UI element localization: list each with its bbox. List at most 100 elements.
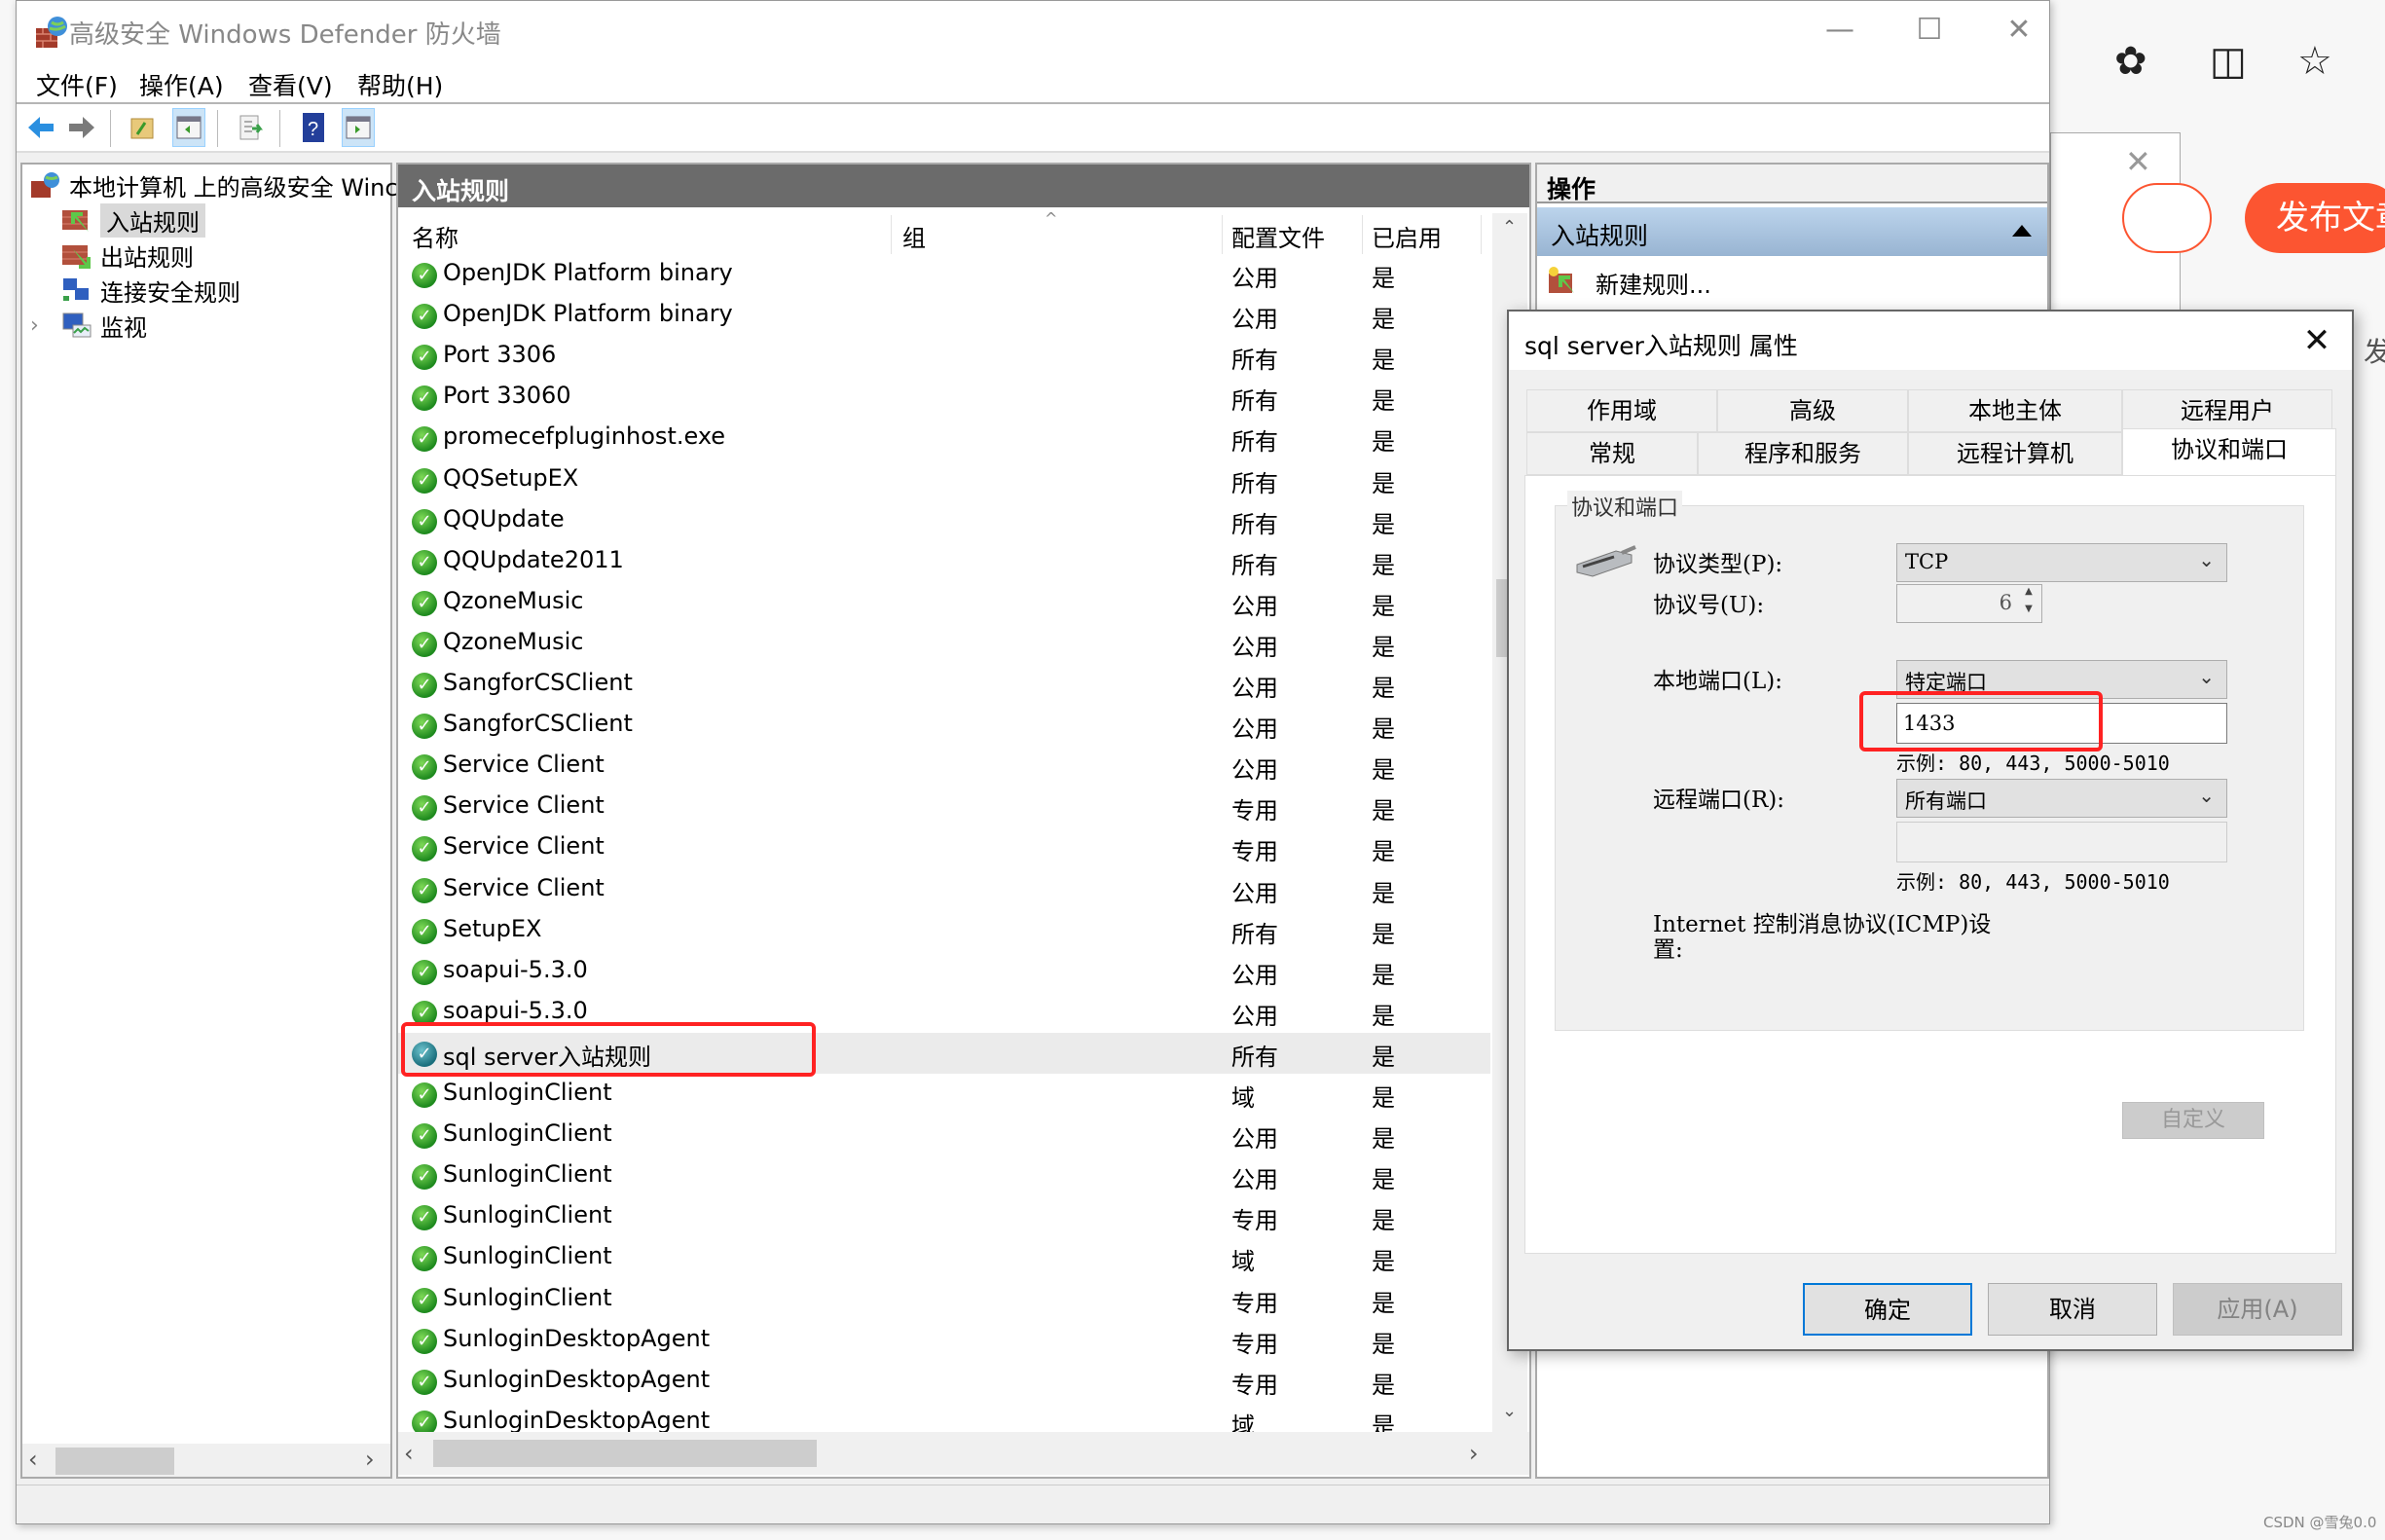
tab-remote-users[interactable]: 远程用户	[2122, 389, 2332, 432]
customize-button[interactable]: 自定义	[2122, 1102, 2264, 1139]
stepper-down-icon[interactable]: ▼	[2018, 604, 2039, 621]
tab-programs-services[interactable]: 程序和服务	[1698, 432, 1908, 475]
table-row[interactable]: ✓ soapui-5.3.0 公用 是	[398, 951, 1490, 992]
tab-advanced[interactable]: 高级	[1717, 389, 1908, 432]
tab-scope[interactable]: 作用域	[1526, 389, 1717, 432]
table-row[interactable]: ✓ SunloginClient 公用 是	[398, 1155, 1490, 1196]
rule-profile: 专用	[1231, 1289, 1278, 1317]
table-row[interactable]: ✓ QQUpdate2011 所有 是	[398, 541, 1490, 582]
table-row[interactable]: ✓ Port 3306 所有 是	[398, 336, 1490, 377]
menu-help[interactable]: 帮助(H)	[357, 67, 443, 102]
split-screen-icon[interactable]: ◫	[2210, 39, 2247, 84]
rule-enabled: 是	[1372, 715, 1395, 744]
menu-file[interactable]: 文件(F)	[36, 67, 118, 102]
publish-article-button[interactable]: 发布文章	[2245, 183, 2385, 253]
table-row[interactable]: ✓ Service Client 公用 是	[398, 869, 1490, 910]
enabled-check-icon: ✓	[412, 549, 437, 575]
up-folder-icon[interactable]	[126, 108, 159, 147]
scroll-right-icon[interactable]: ›	[1469, 1440, 1479, 1467]
tab-local-principals[interactable]: 本地主体	[1908, 389, 2122, 432]
table-row[interactable]: ✓ QzoneMusic 公用 是	[398, 582, 1490, 623]
horizontal-scrollbar[interactable]: ‹ ›	[398, 1432, 1529, 1475]
outline-button[interactable]	[2122, 183, 2212, 253]
table-row[interactable]: ✓ Service Client 专用 是	[398, 827, 1490, 868]
tree-item-connection-security-rules[interactable]: 连接安全规则	[61, 274, 240, 307]
export-list-icon[interactable]	[235, 108, 268, 147]
tree-item-monitoring[interactable]: › 监视	[30, 309, 147, 342]
collapse-icon[interactable]	[2012, 225, 2032, 237]
table-row[interactable]: ✓ SangforCSClient 公用 是	[398, 664, 1490, 705]
tree-root[interactable]: 本地计算机 上的高级安全 Winc	[30, 168, 398, 202]
table-row[interactable]: ✓ QQUpdate 所有 是	[398, 500, 1490, 541]
table-row[interactable]: ✓ SunloginClient 域 是	[398, 1237, 1490, 1278]
extensions-icon[interactable]: ✿	[2114, 39, 2147, 84]
table-row[interactable]: ✓ OpenJDK Platform binary 公用 是	[398, 295, 1490, 336]
scroll-left-icon[interactable]: ‹	[404, 1440, 414, 1467]
scroll-left-icon[interactable]: ‹	[28, 1446, 38, 1473]
tab-general[interactable]: 常规	[1526, 432, 1698, 475]
tree-horizontal-scrollbar[interactable]: ‹ ›	[22, 1444, 390, 1477]
table-row[interactable]: ✓ promecefpluginhost.exe 所有 是	[398, 418, 1490, 458]
table-row[interactable]: ✓ Service Client 专用 是	[398, 787, 1490, 827]
rule-name: SunloginDesktopAgent	[443, 1406, 711, 1434]
help-icon[interactable]: ?	[297, 108, 330, 147]
tab-remote-computers[interactable]: 远程计算机	[1908, 432, 2122, 475]
scroll-right-icon[interactable]: ›	[365, 1446, 375, 1473]
rule-name: Port 33060	[443, 382, 571, 410]
maximize-button[interactable]: ☐	[1895, 9, 1963, 52]
tree-item-outbound-rules[interactable]: 出站规则	[61, 238, 194, 272]
table-row[interactable]: ✓ SunloginDesktopAgent 专用 是	[398, 1361, 1490, 1402]
column-profile[interactable]: 配置文件	[1231, 219, 1325, 253]
actions-section-inbound-rules[interactable]: 入站规则	[1537, 207, 2047, 256]
table-row[interactable]: ✓ SunloginDesktopAgent 专用 是	[398, 1320, 1490, 1361]
rule-name: SunloginClient	[443, 1242, 612, 1270]
table-row[interactable]: ✓ SunloginClient 专用 是	[398, 1279, 1490, 1320]
ok-button[interactable]: 确定	[1803, 1283, 1972, 1336]
remote-port-label: 远程端口(R):	[1653, 788, 1785, 813]
chevron-down-icon: ⌄	[2198, 548, 2215, 571]
remote-port-input[interactable]	[1896, 822, 2227, 862]
column-enabled[interactable]: 已启用	[1372, 219, 1442, 253]
table-row[interactable]: ✓ OpenJDK Platform binary 公用 是	[398, 254, 1490, 295]
rule-profile: 公用	[1231, 715, 1278, 744]
show-hide-console-tree-icon[interactable]	[172, 108, 205, 147]
stepper-up-icon[interactable]: ▲	[2018, 586, 2039, 604]
minimize-button[interactable]: —	[1806, 9, 1874, 52]
favorites-icon[interactable]: ☆	[2297, 39, 2332, 84]
forward-icon[interactable]	[65, 108, 98, 147]
scroll-thumb[interactable]	[433, 1440, 817, 1467]
scroll-up-icon[interactable]: ⌃	[1502, 217, 1517, 238]
enabled-check-icon: ✓	[412, 1246, 437, 1272]
table-row[interactable]: ✓ SunloginClient 公用 是	[398, 1115, 1490, 1155]
table-row[interactable]: ✓ SetupEX 所有 是	[398, 910, 1490, 951]
cancel-button[interactable]: 取消	[1988, 1283, 2157, 1336]
scroll-down-icon[interactable]: ⌄	[1502, 1401, 1517, 1421]
protocol-number-stepper[interactable]: 6 ▲ ▼	[1896, 584, 2042, 623]
scroll-thumb[interactable]	[55, 1448, 174, 1475]
tree-item-inbound-rules[interactable]: 入站规则	[61, 202, 205, 238]
table-row[interactable]: ✓ SangforCSClient 公用 是	[398, 705, 1490, 746]
tab-protocols-ports[interactable]: 协议和端口	[2122, 428, 2336, 475]
close-button[interactable]: ✕	[1985, 9, 2053, 52]
apply-button[interactable]: 应用(A)	[2173, 1283, 2342, 1336]
remote-port-select[interactable]: 所有端口 ⌄	[1896, 779, 2227, 818]
table-row[interactable]: ✓ Port 33060 所有 是	[398, 377, 1490, 418]
close-icon[interactable]: ✕	[2125, 143, 2151, 180]
table-row[interactable]: ✓ QQSetupEX 所有 是	[398, 459, 1490, 500]
show-hide-action-pane-icon[interactable]	[342, 108, 375, 147]
column-name[interactable]: 名称	[412, 219, 459, 253]
menu-action[interactable]: 操作(A)	[139, 67, 224, 102]
enabled-check-icon: ✓	[412, 918, 437, 944]
table-row[interactable]: ✓ Service Client 公用 是	[398, 746, 1490, 787]
table-row[interactable]: ✓ SunloginClient 专用 是	[398, 1196, 1490, 1237]
side-text: 发	[2364, 336, 2385, 368]
back-icon[interactable]	[24, 108, 57, 147]
menu-view[interactable]: 查看(V)	[248, 67, 333, 102]
table-row[interactable]: ✓ SunloginClient 域 是	[398, 1074, 1490, 1115]
column-group[interactable]: 组	[902, 219, 926, 253]
table-row[interactable]: ✓ QzoneMusic 公用 是	[398, 623, 1490, 664]
new-rule-action[interactable]: 新建规则...	[1537, 258, 2047, 301]
protocol-type-select[interactable]: TCP ⌄	[1896, 543, 2227, 582]
dialog-close-icon[interactable]: ✕	[2297, 321, 2336, 360]
expand-chevron-icon[interactable]: ›	[30, 313, 54, 338]
